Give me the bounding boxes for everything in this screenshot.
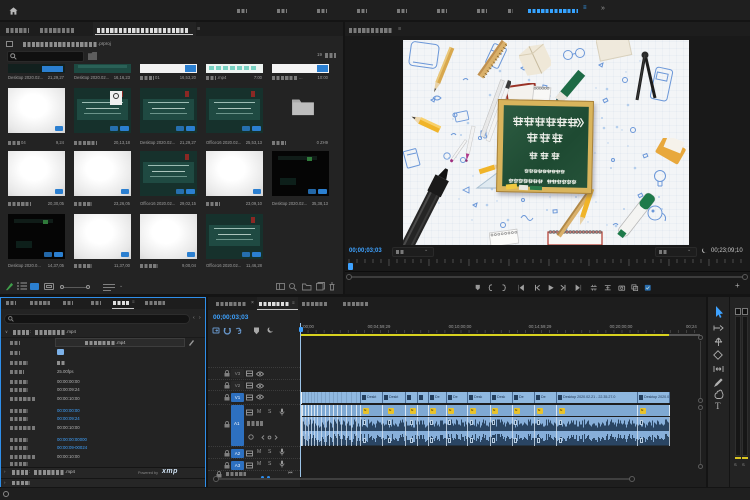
- svg-text:T: T: [715, 401, 721, 410]
